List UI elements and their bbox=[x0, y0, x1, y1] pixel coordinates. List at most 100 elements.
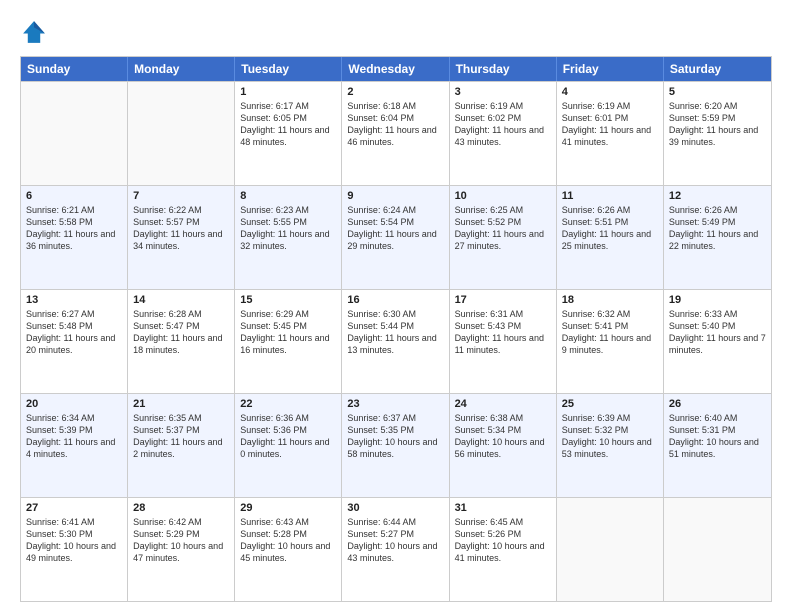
weekday-header: Wednesday bbox=[342, 57, 449, 81]
day-number: 31 bbox=[455, 502, 551, 514]
cell-details: Sunrise: 6:30 AM Sunset: 5:44 PM Dayligh… bbox=[347, 308, 443, 357]
day-number: 30 bbox=[347, 502, 443, 514]
cell-details: Sunrise: 6:26 AM Sunset: 5:51 PM Dayligh… bbox=[562, 204, 658, 253]
calendar-cell: 14Sunrise: 6:28 AM Sunset: 5:47 PM Dayli… bbox=[128, 290, 235, 393]
day-number: 17 bbox=[455, 294, 551, 306]
page: SundayMondayTuesdayWednesdayThursdayFrid… bbox=[0, 0, 792, 612]
cell-details: Sunrise: 6:22 AM Sunset: 5:57 PM Dayligh… bbox=[133, 204, 229, 253]
day-number: 21 bbox=[133, 398, 229, 410]
calendar-body: 1Sunrise: 6:17 AM Sunset: 6:05 PM Daylig… bbox=[21, 81, 771, 601]
day-number: 10 bbox=[455, 190, 551, 202]
calendar-cell: 28 Sunrise: 6:42 AM Sunset: 5:29 PM Dayli… bbox=[128, 498, 235, 601]
day-number: 14 bbox=[133, 294, 229, 306]
calendar-cell: 9 Sunrise: 6:24 AM Sunset: 5:54 PM Daylig… bbox=[342, 186, 449, 289]
day-number: 3 bbox=[455, 86, 551, 98]
calendar-cell: 25 Sunrise: 6:39 AM Sunset: 5:32 PM Dayli… bbox=[557, 394, 664, 497]
calendar-cell: 16 Sunrise: 6:30 AM Sunset: 5:44 PM Dayli… bbox=[342, 290, 449, 393]
cell-details: Sunrise: 6:31 AM Sunset: 5:43 PM Dayligh… bbox=[455, 308, 551, 357]
cell-details: Sunrise: 6:40 AM Sunset: 5:31 PM Dayligh… bbox=[669, 412, 766, 461]
day-number: 20 bbox=[26, 398, 122, 410]
calendar-cell: 11 Sunrise: 6:26 AM Sunset: 5:51 PM Dayli… bbox=[557, 186, 664, 289]
calendar-cell: 17 Sunrise: 6:31 AM Sunset: 5:43 PM Dayli… bbox=[450, 290, 557, 393]
calendar-cell: 6 Sunrise: 6:21 AM Sunset: 5:58 PM Daylig… bbox=[21, 186, 128, 289]
cell-details: Sunrise: 6:33 AM Sunset: 5:40 PM Dayligh… bbox=[669, 308, 766, 357]
weekday-header: Saturday bbox=[664, 57, 771, 81]
calendar-cell: 20Sunrise: 6:34 AM Sunset: 5:39 PM Dayli… bbox=[21, 394, 128, 497]
logo-icon bbox=[20, 18, 48, 46]
calendar-cell: 22 Sunrise: 6:36 AM Sunset: 5:36 PM Dayli… bbox=[235, 394, 342, 497]
day-number: 5 bbox=[669, 86, 766, 98]
cell-details: Sunrise: 6:35 AM Sunset: 5:37 PM Dayligh… bbox=[133, 412, 229, 461]
calendar-cell: 19 Sunrise: 6:33 AM Sunset: 5:40 PM Dayli… bbox=[664, 290, 771, 393]
cell-details: Sunrise: 6:24 AM Sunset: 5:54 PM Dayligh… bbox=[347, 204, 443, 253]
header bbox=[20, 18, 772, 46]
weekday-header: Thursday bbox=[450, 57, 557, 81]
day-number: 12 bbox=[669, 190, 766, 202]
calendar-cell bbox=[557, 498, 664, 601]
day-number: 9 bbox=[347, 190, 443, 202]
cell-details: Sunrise: 6:44 AM Sunset: 5:27 PM Dayligh… bbox=[347, 516, 443, 565]
cell-details: Sunrise: 6:19 AM Sunset: 6:02 PM Dayligh… bbox=[455, 100, 551, 149]
calendar-cell: 10Sunrise: 6:25 AM Sunset: 5:52 PM Dayli… bbox=[450, 186, 557, 289]
weekday-header: Monday bbox=[128, 57, 235, 81]
calendar-cell: 21 Sunrise: 6:35 AM Sunset: 5:37 PM Dayli… bbox=[128, 394, 235, 497]
cell-details: Sunrise: 6:43 AM Sunset: 5:28 PM Dayligh… bbox=[240, 516, 336, 565]
cell-details: Sunrise: 6:26 AM Sunset: 5:49 PM Dayligh… bbox=[669, 204, 766, 253]
day-number: 4 bbox=[562, 86, 658, 98]
day-number: 18 bbox=[562, 294, 658, 306]
calendar-cell: 30 Sunrise: 6:44 AM Sunset: 5:27 PM Dayli… bbox=[342, 498, 449, 601]
day-number: 2 bbox=[347, 86, 443, 98]
calendar-cell bbox=[664, 498, 771, 601]
calendar-cell: 1Sunrise: 6:17 AM Sunset: 6:05 PM Daylig… bbox=[235, 82, 342, 185]
day-number: 16 bbox=[347, 294, 443, 306]
cell-details: Sunrise: 6:42 AM Sunset: 5:29 PM Dayligh… bbox=[133, 516, 229, 565]
cell-details: Sunrise: 6:45 AM Sunset: 5:26 PM Dayligh… bbox=[455, 516, 551, 565]
day-number: 8 bbox=[240, 190, 336, 202]
calendar-cell: 5 Sunrise: 6:20 AM Sunset: 5:59 PM Daylig… bbox=[664, 82, 771, 185]
cell-details: Sunrise: 6:32 AM Sunset: 5:41 PM Dayligh… bbox=[562, 308, 658, 357]
cell-details: Sunrise: 6:20 AM Sunset: 5:59 PM Dayligh… bbox=[669, 100, 766, 149]
calendar-cell: 3 Sunrise: 6:19 AM Sunset: 6:02 PM Daylig… bbox=[450, 82, 557, 185]
logo bbox=[20, 18, 52, 46]
calendar-cell: 7 Sunrise: 6:22 AM Sunset: 5:57 PM Daylig… bbox=[128, 186, 235, 289]
day-number: 15 bbox=[240, 294, 336, 306]
calendar-cell: 26Sunrise: 6:40 AM Sunset: 5:31 PM Dayli… bbox=[664, 394, 771, 497]
cell-details: Sunrise: 6:29 AM Sunset: 5:45 PM Dayligh… bbox=[240, 308, 336, 357]
calendar: SundayMondayTuesdayWednesdayThursdayFrid… bbox=[20, 56, 772, 602]
calendar-cell: 23Sunrise: 6:37 AM Sunset: 5:35 PM Dayli… bbox=[342, 394, 449, 497]
calendar-week-row: 6 Sunrise: 6:21 AM Sunset: 5:58 PM Daylig… bbox=[21, 185, 771, 289]
cell-details: Sunrise: 6:39 AM Sunset: 5:32 PM Dayligh… bbox=[562, 412, 658, 461]
day-number: 11 bbox=[562, 190, 658, 202]
calendar-cell: 27Sunrise: 6:41 AM Sunset: 5:30 PM Dayli… bbox=[21, 498, 128, 601]
calendar-cell: 12 Sunrise: 6:26 AM Sunset: 5:49 PM Dayli… bbox=[664, 186, 771, 289]
day-number: 22 bbox=[240, 398, 336, 410]
day-number: 7 bbox=[133, 190, 229, 202]
calendar-cell: 8Sunrise: 6:23 AM Sunset: 5:55 PM Daylig… bbox=[235, 186, 342, 289]
cell-details: Sunrise: 6:18 AM Sunset: 6:04 PM Dayligh… bbox=[347, 100, 443, 149]
cell-details: Sunrise: 6:38 AM Sunset: 5:34 PM Dayligh… bbox=[455, 412, 551, 461]
calendar-cell: 4 Sunrise: 6:19 AM Sunset: 6:01 PM Daylig… bbox=[557, 82, 664, 185]
cell-details: Sunrise: 6:36 AM Sunset: 5:36 PM Dayligh… bbox=[240, 412, 336, 461]
cell-details: Sunrise: 6:37 AM Sunset: 5:35 PM Dayligh… bbox=[347, 412, 443, 461]
day-number: 25 bbox=[562, 398, 658, 410]
cell-details: Sunrise: 6:19 AM Sunset: 6:01 PM Dayligh… bbox=[562, 100, 658, 149]
day-number: 28 bbox=[133, 502, 229, 514]
calendar-week-row: 13 Sunrise: 6:27 AM Sunset: 5:48 PM Dayli… bbox=[21, 289, 771, 393]
day-number: 13 bbox=[26, 294, 122, 306]
calendar-cell: 2 Sunrise: 6:18 AM Sunset: 6:04 PM Daylig… bbox=[342, 82, 449, 185]
calendar-cell bbox=[128, 82, 235, 185]
day-number: 6 bbox=[26, 190, 122, 202]
day-number: 29 bbox=[240, 502, 336, 514]
calendar-week-row: 20Sunrise: 6:34 AM Sunset: 5:39 PM Dayli… bbox=[21, 393, 771, 497]
calendar-cell: 29 Sunrise: 6:43 AM Sunset: 5:28 PM Dayli… bbox=[235, 498, 342, 601]
cell-details: Sunrise: 6:27 AM Sunset: 5:48 PM Dayligh… bbox=[26, 308, 122, 357]
day-number: 19 bbox=[669, 294, 766, 306]
cell-details: Sunrise: 6:21 AM Sunset: 5:58 PM Dayligh… bbox=[26, 204, 122, 253]
cell-details: Sunrise: 6:17 AM Sunset: 6:05 PM Dayligh… bbox=[240, 100, 336, 149]
calendar-cell: 31 Sunrise: 6:45 AM Sunset: 5:26 PM Dayli… bbox=[450, 498, 557, 601]
calendar-cell: 13 Sunrise: 6:27 AM Sunset: 5:48 PM Dayli… bbox=[21, 290, 128, 393]
calendar-week-row: 1Sunrise: 6:17 AM Sunset: 6:05 PM Daylig… bbox=[21, 81, 771, 185]
calendar-cell bbox=[21, 82, 128, 185]
calendar-cell: 15 Sunrise: 6:29 AM Sunset: 5:45 PM Dayli… bbox=[235, 290, 342, 393]
calendar-cell: 24Sunrise: 6:38 AM Sunset: 5:34 PM Dayli… bbox=[450, 394, 557, 497]
